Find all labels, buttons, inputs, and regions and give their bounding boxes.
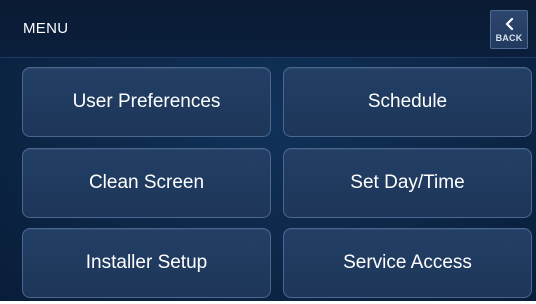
installer-setup-button[interactable]: Installer Setup xyxy=(22,228,271,298)
installer-setup-label: Installer Setup xyxy=(85,252,208,273)
clean-screen-label: Clean Screen xyxy=(88,172,205,193)
back-button-label: BACK xyxy=(495,33,523,43)
set-day-time-label: Set Day/Time xyxy=(350,172,465,193)
thermostat-device: MENU BACK User Preferences Schedule Clea… xyxy=(0,0,536,304)
service-access-button[interactable]: Service Access xyxy=(283,228,532,298)
back-button[interactable]: BACK xyxy=(490,10,528,49)
chevron-left-icon xyxy=(505,17,514,31)
header-bar: MENU BACK xyxy=(0,0,536,58)
set-day-time-button[interactable]: Set Day/Time xyxy=(283,148,532,218)
schedule-button[interactable]: Schedule xyxy=(283,67,532,137)
user-preferences-label: User Preferences xyxy=(72,91,221,112)
clean-screen-button[interactable]: Clean Screen xyxy=(22,148,271,218)
service-access-label: Service Access xyxy=(343,252,472,273)
page-title: MENU xyxy=(23,20,69,37)
menu-screen: MENU BACK User Preferences Schedule Clea… xyxy=(0,0,536,301)
user-preferences-button[interactable]: User Preferences xyxy=(22,67,271,137)
schedule-label: Schedule xyxy=(367,91,448,112)
